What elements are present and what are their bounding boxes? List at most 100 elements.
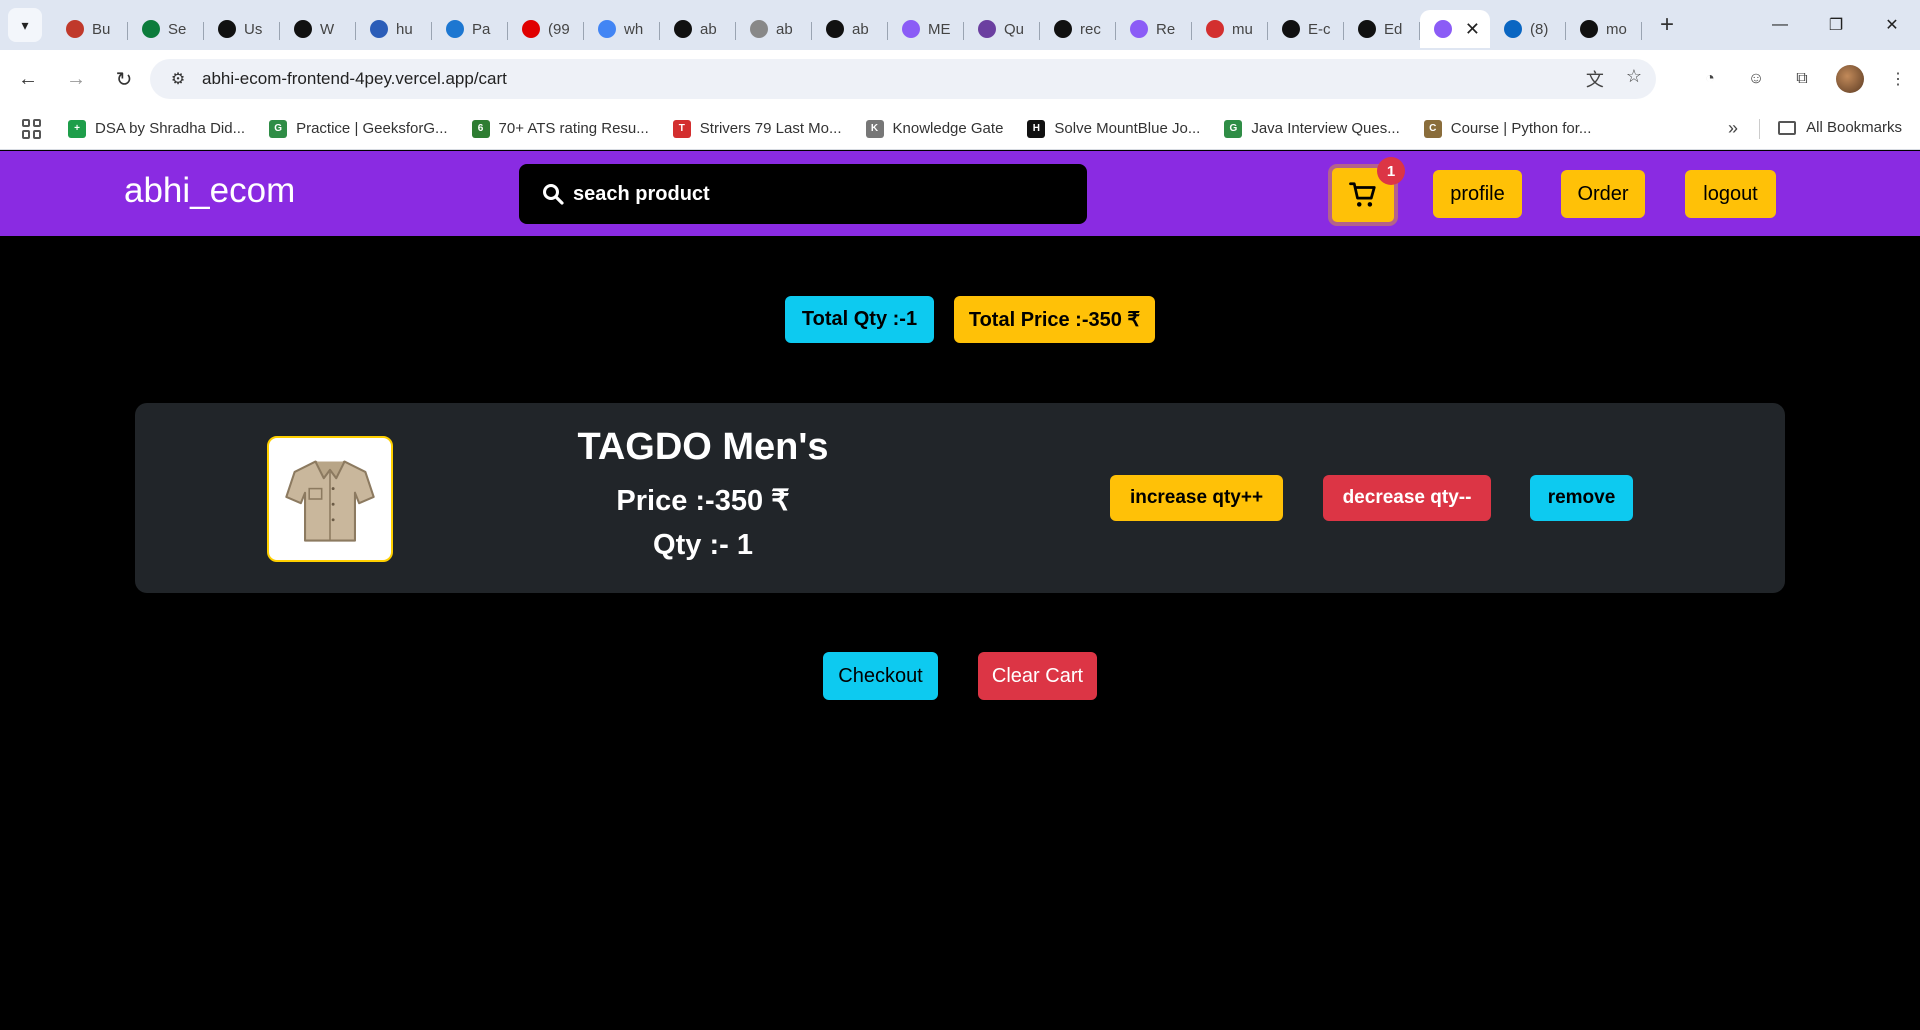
profile-button[interactable]: profile — [1433, 170, 1522, 218]
tab-label: ab — [852, 20, 869, 38]
profile-avatar[interactable] — [1836, 65, 1864, 93]
tab-label: Qu — [1004, 20, 1025, 38]
vercel-favicon-icon — [1434, 20, 1452, 38]
brand-logo[interactable]: abhi_ecom — [124, 171, 295, 211]
browser-tab[interactable]: W — [280, 10, 356, 48]
increase-qty-button[interactable]: increase qty++ — [1110, 475, 1283, 521]
browser-tab[interactable]: Pa — [432, 10, 508, 48]
tab-favicon-icon — [218, 20, 236, 38]
bookmark-item[interactable]: 6 70+ ATS rating Resu... — [471, 119, 649, 138]
tab-favicon-icon — [1206, 20, 1224, 38]
browser-tab[interactable]: Re — [1116, 10, 1192, 48]
checkout-button[interactable]: Checkout — [823, 652, 938, 700]
browser-tab[interactable]: ab — [812, 10, 888, 48]
tab-search-button[interactable]: ▾ — [8, 8, 42, 42]
tab-label: ME — [928, 20, 951, 38]
browser-tab[interactable]: Bu — [52, 10, 128, 48]
active-browser-tab[interactable]: ✕ — [1420, 10, 1490, 48]
tab-label: Re — [1156, 20, 1176, 38]
clear-cart-button[interactable]: Clear Cart — [978, 652, 1097, 700]
bookmark-label: Course | Python for... — [1450, 120, 1592, 137]
browser-tab[interactable]: (99 — [508, 10, 584, 48]
browser-tab[interactable]: Ed — [1344, 10, 1420, 48]
apps-grid-icon[interactable] — [22, 118, 42, 139]
search-input[interactable] — [573, 182, 1053, 206]
browser-tab[interactable]: ab — [736, 10, 812, 48]
product-qty: Qty :- 1 — [653, 529, 753, 561]
reload-icon[interactable]: ↻ — [104, 59, 144, 99]
tab-favicon-icon — [1580, 20, 1598, 38]
divider — [1759, 119, 1760, 139]
tab-label: Bu — [92, 20, 111, 38]
extensions-puzzle-icon[interactable]: ⧉ — [1790, 67, 1814, 91]
bookmark-label: Knowledge Gate — [892, 120, 1004, 137]
forward-icon[interactable]: → — [56, 59, 96, 99]
address-bar[interactable]: ⚙ abhi-ecom-frontend-4pey.vercel.app/car… — [150, 59, 1656, 99]
bookmark-item[interactable]: G Java Interview Ques... — [1224, 119, 1400, 138]
browser-tab[interactable]: ab — [660, 10, 736, 48]
browser-tab[interactable]: rec — [1040, 10, 1116, 48]
extension-timer-icon[interactable]: ◔ — [1698, 67, 1722, 91]
cart-icon — [1349, 182, 1376, 207]
bookmark-favicon-icon: G — [1224, 119, 1243, 138]
close-window-icon[interactable]: ✕ — [1864, 0, 1920, 50]
search-bar[interactable] — [519, 164, 1087, 224]
tab-label: Se — [168, 20, 187, 38]
browser-tab[interactable]: Qu — [964, 10, 1040, 48]
bookmark-label: Strivers 79 Last Mo... — [699, 120, 842, 137]
browser-tab[interactable]: (8) — [1490, 10, 1566, 48]
tab-favicon-icon — [66, 20, 84, 38]
bookmark-item[interactable]: T Strivers 79 Last Mo... — [672, 119, 842, 138]
browser-tab[interactable]: Us — [204, 10, 280, 48]
bookmark-item[interactable]: K Knowledge Gate — [865, 119, 1004, 138]
all-bookmarks-button[interactable]: All Bookmarks — [1778, 119, 1902, 136]
folder-icon — [1778, 120, 1797, 135]
more-bookmarks-icon[interactable]: » — [1728, 118, 1738, 139]
extension-face-icon[interactable]: ☺ — [1744, 67, 1768, 91]
browser-tab[interactable]: mo — [1566, 10, 1642, 48]
back-icon[interactable]: ← — [8, 59, 48, 99]
bookmark-favicon-icon: H — [1027, 119, 1046, 138]
logout-button[interactable]: logout — [1685, 170, 1776, 218]
site-info-icon[interactable]: ⚙ — [160, 69, 196, 89]
decrease-qty-button[interactable]: decrease qty-- — [1323, 475, 1491, 521]
minimize-icon[interactable]: — — [1752, 0, 1808, 50]
shirt-icon — [285, 460, 375, 542]
menu-kebab-icon[interactable]: ⋮ — [1886, 67, 1910, 91]
bookmark-label: Java Interview Ques... — [1251, 120, 1400, 137]
browser-tab[interactable]: Se — [128, 10, 204, 48]
bookmark-favicon-icon: K — [865, 119, 884, 138]
tab-favicon-icon — [142, 20, 160, 38]
browser-tab[interactable]: ME — [888, 10, 964, 48]
bookmark-item[interactable]: G Practice | GeeksforG... — [269, 119, 448, 138]
tab-favicon-icon — [750, 20, 768, 38]
browser-tab[interactable]: wh — [584, 10, 660, 48]
restore-icon[interactable]: ❐ — [1808, 0, 1864, 50]
total-qty-badge: Total Qty :-1 — [785, 296, 934, 343]
browser-toolbar: ← → ↻ ⚙ abhi-ecom-frontend-4pey.vercel.a… — [0, 50, 1920, 108]
bookmark-item[interactable]: C Course | Python for... — [1423, 119, 1592, 138]
bookmark-item[interactable]: + DSA by Shradha Did... — [68, 119, 245, 138]
tab-label: wh — [624, 20, 644, 38]
tab-favicon-icon — [370, 20, 388, 38]
tab-favicon-icon — [1282, 20, 1300, 38]
browser-tab-strip: ▾ Bu Se Us Whu Pa (99 wh ab ab ab ME Qu rec Re mu E-c Ed… — [0, 0, 1920, 50]
bookmark-item[interactable]: H Solve MountBlue Jo... — [1027, 119, 1200, 138]
new-tab-button[interactable]: + — [1652, 10, 1682, 40]
tab-favicon-icon — [1358, 20, 1376, 38]
bookmark-list: + DSA by Shradha Did... G Practice | Geeksf… — [68, 119, 1615, 138]
bookmarks-bar: + DSA by Shradha Did... G Practice | Geeksf… — [0, 108, 1920, 150]
url-text[interactable]: abhi-ecom-frontend-4pey.vercel.app/cart — [202, 69, 507, 89]
browser-tab[interactable]: hu — [356, 10, 432, 48]
browser-tab[interactable]: mu — [1192, 10, 1268, 48]
close-tab-icon[interactable]: ✕ — [1465, 19, 1480, 40]
window-controls: — ❐ ✕ — [1752, 0, 1920, 50]
browser-tab[interactable]: E-c — [1268, 10, 1344, 48]
tab-label: ab — [700, 20, 717, 38]
bookmark-star-icon[interactable]: ☆ — [1626, 66, 1642, 92]
remove-item-button[interactable]: remove — [1530, 475, 1633, 521]
translate-icon[interactable]: 文 — [1586, 66, 1604, 92]
order-button[interactable]: Order — [1561, 170, 1645, 218]
bookmark-favicon-icon: T — [672, 119, 691, 138]
tab-label: Pa — [472, 20, 491, 38]
